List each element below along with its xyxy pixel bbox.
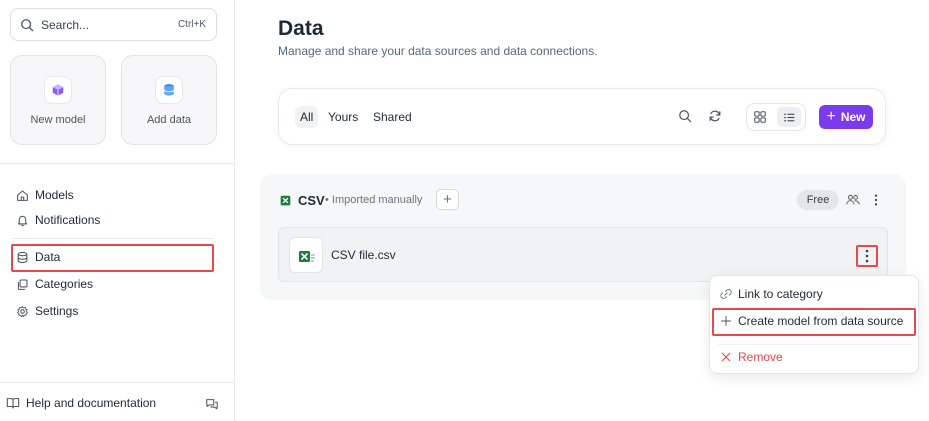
add-data-label: Add data — [146, 114, 192, 126]
gear-icon — [17, 305, 28, 317]
chat-icon[interactable] — [205, 397, 219, 411]
link-icon — [720, 289, 732, 299]
sidebar-item-label: Categories — [35, 277, 94, 291]
view-toggle — [746, 103, 806, 131]
sidebar-item-label: Settings — [35, 304, 79, 318]
grid-view-icon[interactable] — [753, 110, 767, 124]
nav-divider — [12, 238, 214, 239]
share-users-icon[interactable] — [845, 193, 861, 207]
sidebar-item-label: Notifications — [35, 213, 101, 227]
help-label: Help and documentation — [26, 396, 157, 410]
source-name: CSV — [298, 193, 325, 208]
main-content: Data Manage and share your data sources … — [235, 0, 929, 421]
file-name: CSV file.csv — [331, 248, 396, 262]
tab-shared[interactable]: Shared — [373, 110, 412, 124]
context-menu: Link to category Create model from data … — [709, 275, 919, 374]
toolbar: All Yours Shared + New — [278, 88, 886, 145]
sidebar-item-models[interactable]: Models — [16, 185, 74, 205]
menu-item-label: Remove — [738, 350, 783, 364]
add-data-button[interactable]: Add data — [121, 55, 217, 145]
plan-badge: Free — [797, 190, 839, 210]
excel-icon — [280, 195, 291, 206]
cube-icon — [44, 76, 72, 104]
database-icon — [155, 76, 183, 104]
sidebar-item-label: Models — [35, 188, 74, 202]
sidebar-item-categories[interactable]: Categories — [16, 274, 93, 294]
tab-all[interactable]: All — [295, 106, 319, 128]
book-icon — [6, 398, 20, 409]
x-icon — [721, 352, 731, 362]
menu-divider — [718, 344, 912, 345]
refresh-icon[interactable] — [708, 109, 722, 123]
sidebar-item-settings[interactable]: Settings — [16, 301, 78, 321]
data-item-highlight — [11, 244, 214, 272]
new-model-button[interactable]: New model — [10, 55, 106, 145]
footer-divider — [0, 382, 235, 383]
menu-item-link-to-category[interactable]: Link to category — [720, 285, 823, 303]
list-view-icon — [783, 112, 794, 122]
create-model-highlight — [712, 308, 916, 336]
more-vertical-icon[interactable] — [872, 193, 880, 207]
add-category-button[interactable]: + — [436, 189, 459, 210]
menu-item-remove[interactable]: Remove — [720, 348, 783, 366]
sidebar: Search... Ctrl+K New model Add data Mode… — [0, 0, 235, 421]
file-more-button[interactable] — [856, 245, 878, 267]
search-icon[interactable] — [678, 109, 692, 123]
file-more-highlight — [856, 245, 878, 267]
bell-icon — [17, 215, 28, 226]
search-input[interactable]: Search... Ctrl+K — [10, 8, 217, 41]
search-placeholder: Search... — [41, 18, 90, 32]
search-icon — [21, 19, 34, 32]
sidebar-item-notifications[interactable]: Notifications — [16, 210, 100, 230]
new-model-label: New model — [30, 114, 86, 126]
plus-icon: + — [826, 108, 836, 125]
new-button[interactable]: + New — [819, 105, 873, 129]
excel-file-icon — [289, 237, 323, 273]
file-row[interactable]: CSV file.csv — [278, 227, 888, 282]
source-meta: • Imported manually — [325, 194, 423, 206]
sidebar-divider — [0, 163, 235, 164]
plus-icon: + — [443, 191, 452, 208]
tab-yours[interactable]: Yours — [328, 110, 358, 124]
app-window: Search... Ctrl+K New model Add data Mode… — [0, 0, 929, 421]
page-title: Data — [278, 17, 324, 40]
help-link[interactable]: Help and documentation — [6, 396, 156, 410]
search-shortcut: Ctrl+K — [177, 19, 206, 30]
new-button-label: New — [840, 110, 866, 124]
page-subtitle: Manage and share your data sources and d… — [278, 44, 598, 58]
copy-icon — [17, 279, 28, 290]
home-icon — [17, 190, 28, 201]
list-view-button[interactable] — [777, 107, 801, 127]
menu-item-label: Link to category — [738, 287, 823, 301]
